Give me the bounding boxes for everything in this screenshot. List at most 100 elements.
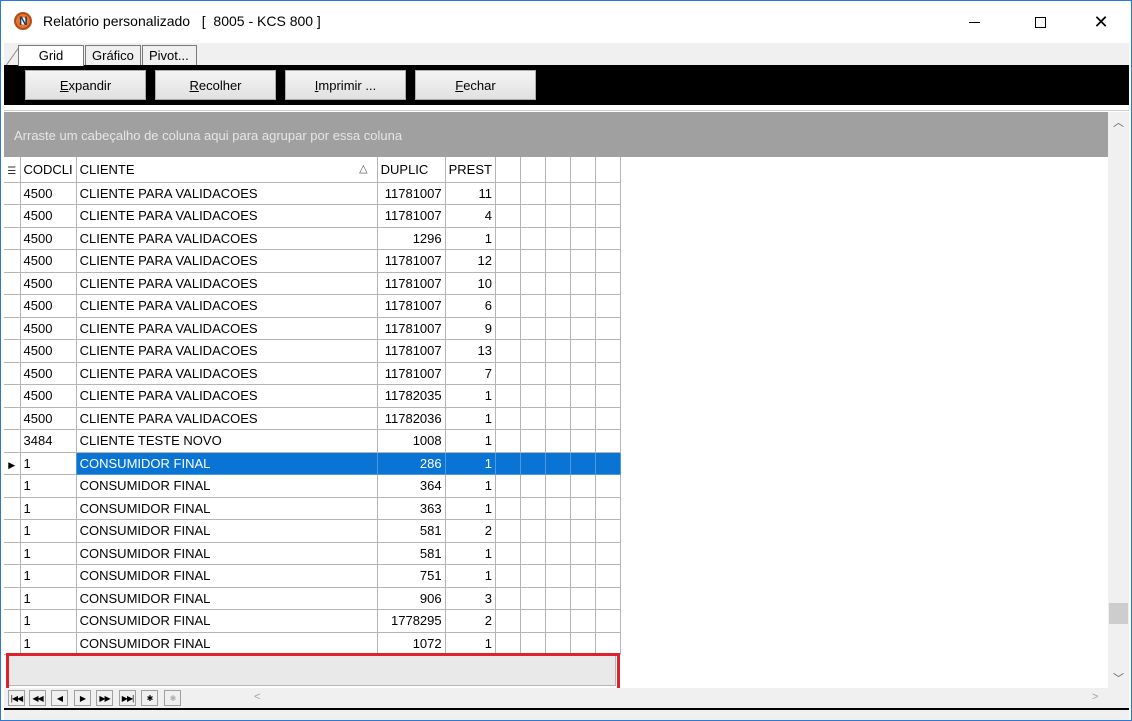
scroll-up-icon[interactable]: ︿ [1108,112,1129,132]
cell-cliente[interactable]: CONSUMIDOR FINAL [75,451,378,475]
cell-codcli[interactable]: 4500 [19,361,77,385]
cell-prest[interactable]: 1 [444,384,496,408]
cell-codcli[interactable]: 4500 [19,294,77,318]
table-row[interactable]: 4500 CLIENTE PARA VALIDACOES 11782035 1 [4,384,621,408]
cell-prest[interactable]: 1 [444,474,496,498]
cell-empty[interactable] [569,294,596,318]
table-row[interactable]: 4500 CLIENTE PARA VALIDACOES 11782036 1 [4,406,621,430]
cell-empty[interactable] [594,474,621,498]
cell-prest[interactable]: 12 [444,249,496,273]
column-chooser-icon[interactable]: ☰ [4,157,21,183]
cell-empty[interactable] [569,204,596,228]
cell-codcli[interactable]: 4500 [19,181,77,205]
cell-empty[interactable] [494,564,521,588]
cell-empty[interactable] [494,406,521,430]
table-row[interactable]: 1 CONSUMIDOR FINAL 906 3 [4,586,621,610]
cell-empty[interactable] [594,519,621,543]
cell-empty[interactable] [569,316,596,340]
cell-cliente[interactable]: CLIENTE PARA VALIDACOES [75,181,378,205]
cell-codcli[interactable]: 4500 [19,339,77,363]
cell-codcli[interactable]: 1 [19,451,77,475]
cell-empty[interactable] [569,406,596,430]
cell-empty[interactable] [519,361,546,385]
cell-empty[interactable] [494,451,521,475]
cell-empty[interactable] [569,609,596,633]
cell-empty[interactable] [519,316,546,340]
cell-empty[interactable] [544,294,571,318]
table-row[interactable]: 1 CONSUMIDOR FINAL 363 1 [4,496,621,520]
table-row[interactable]: 4500 CLIENTE PARA VALIDACOES 11781007 10 [4,271,621,295]
cell-empty[interactable] [594,496,621,520]
row-indicator[interactable] [4,294,21,318]
cell-duplic[interactable]: 906 [376,586,446,610]
cell-empty[interactable] [494,519,521,543]
scroll-down-icon[interactable]: ﹀ [1108,668,1129,688]
scroll-right-icon[interactable]: > [1092,691,1098,703]
cell-codcli[interactable]: 4500 [19,406,77,430]
cell-prest[interactable]: 4 [444,204,496,228]
cell-empty[interactable] [594,226,621,250]
cell-empty[interactable] [519,294,546,318]
cell-empty[interactable] [594,294,621,318]
cell-codcli[interactable]: 4500 [19,226,77,250]
table-row[interactable]: 1 CONSUMIDOR FINAL 751 1 [4,564,621,588]
cell-empty[interactable] [494,384,521,408]
cell-cliente[interactable]: CLIENTE TESTE NOVO [75,429,378,453]
cell-empty[interactable] [544,316,571,340]
column-header-empty[interactable] [494,157,521,183]
cell-prest[interactable]: 1 [444,496,496,520]
cell-duplic[interactable]: 1008 [376,429,446,453]
row-indicator[interactable]: ▶ [4,451,21,475]
expand-button[interactable]: Expandir [25,70,146,100]
cell-empty[interactable] [569,384,596,408]
cell-codcli[interactable]: 1 [19,474,77,498]
cell-codcli[interactable]: 1 [19,609,77,633]
cell-codcli[interactable]: 4500 [19,271,77,295]
cell-cliente[interactable]: CLIENTE PARA VALIDACOES [75,339,378,363]
column-header-cliente[interactable]: CLIENTE △ [75,157,378,183]
cell-prest[interactable]: 1 [444,226,496,250]
cell-codcli[interactable]: 3484 [19,429,77,453]
cell-prest[interactable]: 13 [444,339,496,363]
last-record-icon[interactable]: ▶▶| [119,690,136,706]
group-by-panel[interactable]: Arraste um cabeçalho de coluna aqui para… [4,112,1108,157]
cell-empty[interactable] [569,541,596,565]
cell-empty[interactable] [594,586,621,610]
table-row[interactable]: 4500 CLIENTE PARA VALIDACOES 11781007 7 [4,361,621,385]
cell-duplic[interactable]: 1072 [376,631,446,655]
table-row[interactable]: 4500 CLIENTE PARA VALIDACOES 1296 1 [4,226,621,250]
cell-empty[interactable] [519,429,546,453]
cell-prest[interactable]: 6 [444,294,496,318]
cell-empty[interactable] [494,429,521,453]
cell-empty[interactable] [544,271,571,295]
cell-cliente[interactable]: CLIENTE PARA VALIDACOES [75,204,378,228]
cell-empty[interactable] [594,204,621,228]
cell-empty[interactable] [519,271,546,295]
cell-duplic[interactable]: 11781007 [376,204,446,228]
cell-cliente[interactable]: CLIENTE PARA VALIDACOES [75,294,378,318]
table-row[interactable]: 4500 CLIENTE PARA VALIDACOES 11781007 12 [4,249,621,273]
cell-cliente[interactable]: CONSUMIDOR FINAL [75,474,378,498]
cell-empty[interactable] [594,541,621,565]
cell-empty[interactable] [494,271,521,295]
row-indicator[interactable] [4,339,21,363]
cell-empty[interactable] [494,361,521,385]
close-window-button[interactable]: ✕ [1078,1,1124,43]
cell-empty[interactable] [494,586,521,610]
row-indicator[interactable] [4,361,21,385]
cell-cliente[interactable]: CONSUMIDOR FINAL [75,519,378,543]
cell-duplic[interactable]: 11782036 [376,406,446,430]
cell-empty[interactable] [594,564,621,588]
cell-empty[interactable] [569,451,596,475]
cell-empty[interactable] [494,249,521,273]
cell-prest[interactable]: 3 [444,586,496,610]
cell-empty[interactable] [594,361,621,385]
cell-duplic[interactable]: 751 [376,564,446,588]
cell-empty[interactable] [594,271,621,295]
cell-cliente[interactable]: CONSUMIDOR FINAL [75,609,378,633]
next-record-icon[interactable]: ▶ [74,690,91,706]
cell-cliente[interactable]: CONSUMIDOR FINAL [75,564,378,588]
cell-cliente[interactable]: CONSUMIDOR FINAL [75,586,378,610]
cell-empty[interactable] [544,519,571,543]
cell-prest[interactable]: 11 [444,181,496,205]
